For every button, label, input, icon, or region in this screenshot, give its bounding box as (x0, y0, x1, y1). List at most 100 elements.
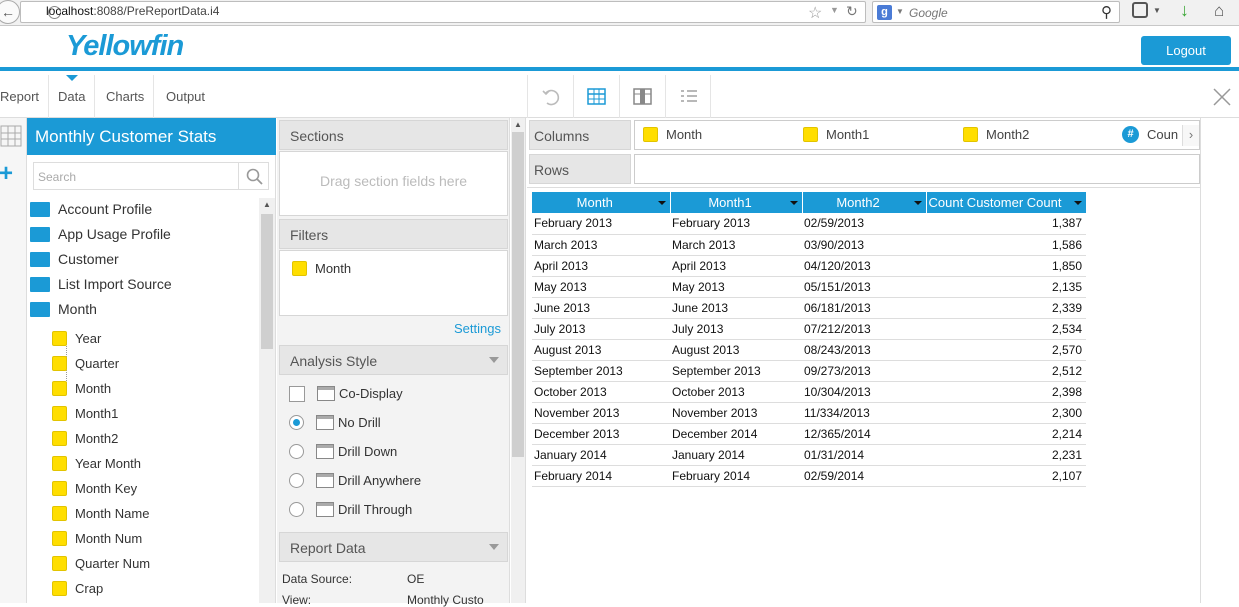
tab-data[interactable]: Data (49, 75, 96, 118)
scroll-up-icon[interactable]: ▲ (263, 200, 271, 209)
close-icon[interactable] (1211, 86, 1233, 108)
search-icon[interactable]: ⚲ (1101, 3, 1112, 21)
folder-customer[interactable]: Customer (27, 247, 119, 272)
table-cell: August 2013 (532, 339, 670, 361)
table-row: August 2013 August 2013 08/243/2013 2,570 (532, 339, 1086, 361)
radio[interactable] (289, 444, 304, 460)
folder-list-import-source[interactable]: List Import Source (27, 272, 172, 297)
reload-icon[interactable]: ↻ (846, 3, 858, 20)
checkbox[interactable] (289, 385, 305, 402)
list-icon (681, 90, 697, 102)
field-quarter-num[interactable]: Quarter Num (52, 551, 150, 576)
column-view-button[interactable] (619, 75, 665, 118)
field-label: Year (75, 331, 102, 346)
filters-dropzone[interactable]: Month (279, 250, 508, 316)
dropdown-icon[interactable] (913, 201, 922, 205)
option-drill-through[interactable]: Drill Through (289, 499, 412, 521)
search-icon[interactable] (246, 168, 263, 185)
tab-charts[interactable]: Charts (97, 75, 155, 118)
view-value: Monthly Custo (407, 593, 484, 607)
field-month1[interactable]: Month1 (52, 401, 118, 426)
grid-icon[interactable] (0, 124, 22, 148)
bookmarks-icon[interactable] (1132, 2, 1148, 18)
radio[interactable] (289, 502, 304, 518)
download-icon[interactable]: ↓ (1180, 0, 1189, 21)
folder-account-profile[interactable]: Account Profile (27, 197, 152, 222)
back-icon[interactable]: ← (0, 0, 20, 24)
report-data-header[interactable]: Report Data (279, 532, 508, 562)
columns-label: Columns (529, 120, 631, 150)
dropdown-icon[interactable] (657, 201, 666, 205)
bookmarks-dropdown-icon[interactable]: ▼ (1153, 6, 1161, 15)
table-row: February 2014 February 2014 02/59/2014 2,10… (532, 465, 1086, 487)
filter-item-month[interactable]: Month (292, 261, 351, 277)
logout-button[interactable]: Logout (1141, 36, 1231, 65)
folder-icon (30, 276, 50, 292)
field-month2[interactable]: Month2 (52, 426, 118, 451)
sections-dropzone[interactable]: Drag section fields here (279, 151, 508, 216)
column-chip-month2[interactable]: Month2 (963, 121, 1029, 149)
chevron-right-icon[interactable]: › (1182, 125, 1199, 146)
browser-search-box[interactable]: g ▼ Google ⚲ (872, 1, 1120, 23)
sections-placeholder: Drag section fields here (319, 173, 468, 189)
field-crap[interactable]: Crap (52, 576, 103, 601)
field-label: Month2 (75, 431, 119, 446)
sections-header: Sections (279, 120, 508, 150)
field-year[interactable]: Year (52, 326, 101, 351)
tab-output[interactable]: Output (157, 75, 214, 118)
column-chip-month[interactable]: Month (643, 121, 702, 149)
browser-search-placeholder: Google (909, 6, 948, 20)
dropdown-icon[interactable] (789, 201, 798, 205)
tab-report[interactable]: Report (0, 75, 50, 118)
table-cell: April 2013 (532, 255, 670, 277)
header-month[interactable]: Month (532, 192, 671, 213)
field-year-month[interactable]: Year Month (52, 451, 141, 476)
field-quarter[interactable]: Quarter (52, 351, 119, 376)
columns-dropzone[interactable]: Month Month1 Month2 # Coun › (634, 120, 1200, 150)
column-chip-month1[interactable]: Month1 (803, 121, 869, 149)
home-icon[interactable]: ⌂ (1214, 1, 1224, 21)
scroll-up-icon[interactable]: ▲ (514, 120, 522, 129)
field-list-scrollbar[interactable]: ▲ (259, 198, 275, 603)
table-row: March 2013 March 2013 03/90/2013 1,586 (532, 234, 1086, 256)
scrollbar-thumb[interactable] (261, 214, 273, 349)
option-no-drill[interactable]: No Drill (289, 412, 381, 434)
table-cell: September 2013 (532, 360, 670, 382)
filter-settings-link[interactable]: Settings (454, 321, 501, 336)
option-drill-anywhere[interactable]: Drill Anywhere (289, 470, 421, 492)
undo-button[interactable] (527, 75, 573, 118)
chevron-down-icon (489, 544, 499, 550)
table-cell: February 2014 (532, 465, 670, 487)
folder-app-usage-profile[interactable]: App Usage Profile (27, 222, 171, 247)
scrollbar-thumb[interactable] (512, 132, 524, 457)
option-label: Drill Down (338, 444, 398, 459)
field-month-key[interactable]: Month Key (52, 476, 137, 501)
dropdown-icon[interactable]: ▼ (830, 5, 839, 15)
chevron-down-icon (489, 357, 499, 363)
bookmark-star-icon[interactable]: ☆ (808, 3, 822, 23)
list-view-button[interactable] (665, 75, 711, 118)
field-month[interactable]: Month (52, 376, 111, 401)
option-co-display[interactable]: Co-Display (289, 383, 403, 405)
header-month2[interactable]: Month2 (802, 192, 927, 213)
field-month-num[interactable]: Month Num (52, 526, 142, 551)
add-icon[interactable]: + (0, 162, 13, 186)
option-drill-down[interactable]: Drill Down (289, 441, 397, 463)
folder-icon (30, 251, 50, 267)
settings-scrollbar[interactable]: ▲ (511, 118, 526, 603)
table-view-button[interactable] (573, 75, 619, 118)
column-chip-count[interactable]: # Coun (1122, 121, 1178, 149)
cell-count: 2,512 (926, 360, 1086, 382)
table-cell: 03/90/2013 (802, 234, 926, 256)
folder-month[interactable]: Month (27, 297, 97, 322)
analysis-style-header[interactable]: Analysis Style (279, 345, 508, 375)
header-count-customer-count[interactable]: Count Customer Count (926, 192, 1087, 213)
field-month-name[interactable]: Month Name (52, 501, 149, 526)
dropdown-icon[interactable] (1073, 201, 1082, 205)
field-search-input[interactable]: Search (33, 162, 269, 190)
search-engine-dropdown-icon[interactable]: ▼ (896, 7, 904, 16)
radio-selected[interactable] (289, 415, 304, 431)
radio[interactable] (289, 473, 304, 489)
header-month1[interactable]: Month1 (670, 192, 803, 213)
rows-dropzone[interactable] (634, 154, 1200, 184)
